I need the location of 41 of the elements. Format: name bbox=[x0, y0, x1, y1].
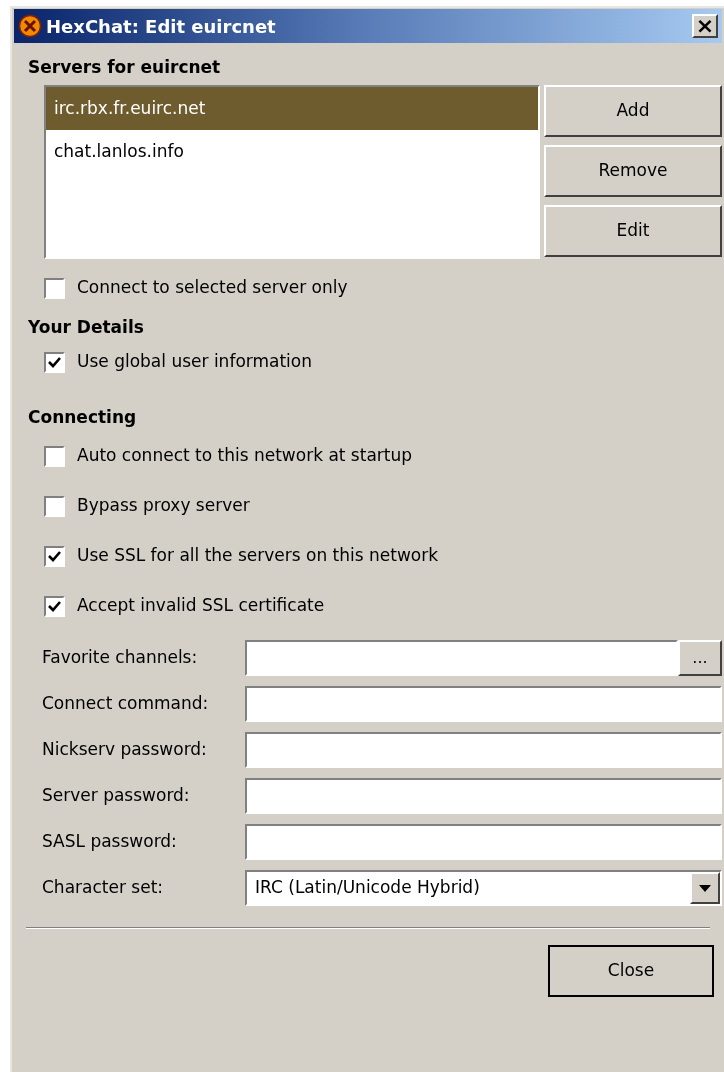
window-title: HexChat: Edit euircnet bbox=[46, 14, 276, 39]
text-field[interactable] bbox=[245, 686, 722, 722]
field-label: Character set: bbox=[42, 876, 165, 900]
checkbox[interactable] bbox=[44, 595, 65, 617]
dropdown[interactable]: IRC (Latin/Unicode Hybrid) bbox=[245, 870, 722, 906]
text-field[interactable] bbox=[245, 824, 722, 860]
app-logo-icon bbox=[18, 14, 42, 38]
server-action-button[interactable]: Edit bbox=[544, 205, 722, 257]
field-label: Favorite channels: bbox=[42, 646, 199, 670]
close-button[interactable]: × bbox=[692, 14, 718, 38]
checkbox[interactable] bbox=[44, 445, 65, 467]
checkbox-label: Use global user information bbox=[77, 350, 312, 374]
caret-icon bbox=[699, 884, 711, 892]
section-heading: Servers for euircnet bbox=[28, 56, 222, 79]
checkbox-label: Auto connect to this network at startup bbox=[77, 444, 413, 468]
close-dialog-button[interactable]: Close bbox=[548, 945, 714, 997]
checkbox[interactable] bbox=[44, 277, 65, 299]
browse-button[interactable]: ... bbox=[678, 640, 722, 676]
server-action-button[interactable]: Add bbox=[544, 85, 722, 137]
server-action-button[interactable]: Remove bbox=[544, 145, 722, 197]
checkbox[interactable] bbox=[44, 351, 65, 373]
checkbox[interactable] bbox=[44, 495, 65, 517]
field-label: Connect command: bbox=[42, 692, 210, 716]
text-field[interactable] bbox=[245, 732, 722, 768]
checkbox-label: Bypass proxy server bbox=[77, 494, 250, 518]
checkbox-label: Accept invalid SSL certificate bbox=[77, 594, 325, 618]
checkmark-icon bbox=[48, 356, 61, 368]
field-label: Nickserv password: bbox=[42, 738, 208, 762]
text-field[interactable] bbox=[245, 778, 722, 814]
server-list-item[interactable]: chat.lanlos.info bbox=[46, 130, 538, 173]
section-heading: Your Details bbox=[28, 316, 145, 339]
text-field[interactable] bbox=[245, 640, 678, 676]
field-label: SASL password: bbox=[42, 830, 178, 854]
checkbox-label: Use SSL for all the servers on this network bbox=[77, 544, 439, 568]
checkbox[interactable] bbox=[44, 545, 65, 567]
field-label: Server password: bbox=[42, 784, 191, 808]
server-list-item[interactable]: irc.rbx.fr.euirc.net bbox=[46, 87, 538, 130]
checkmark-icon bbox=[48, 600, 61, 612]
checkmark-icon bbox=[48, 550, 61, 562]
section-heading: Connecting bbox=[28, 406, 138, 429]
checkbox-label: Connect to selected server only bbox=[77, 276, 348, 300]
